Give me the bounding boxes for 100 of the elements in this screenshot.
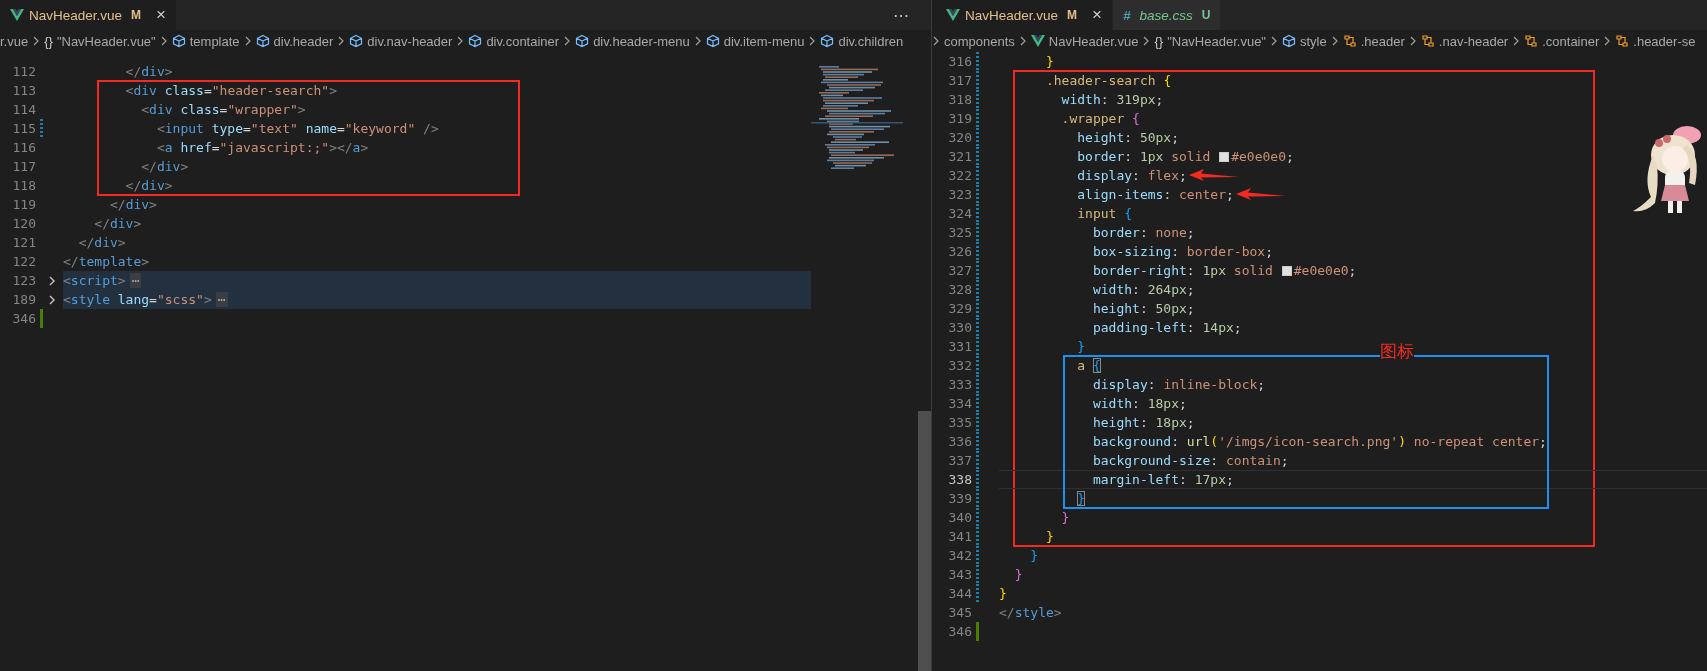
line-number: 324 xyxy=(947,205,972,223)
chevron-right-icon xyxy=(1142,36,1151,46)
line-number: 116 xyxy=(11,139,36,157)
v-logo-icon xyxy=(10,9,24,21)
line-number: 331 xyxy=(947,338,972,356)
cube-icon xyxy=(349,34,364,48)
line-number: 113 xyxy=(11,82,36,100)
fold-chevron-icon[interactable] xyxy=(47,293,57,306)
breadcrumb-item[interactable]: .container xyxy=(1524,33,1600,49)
line-number: 320 xyxy=(947,129,972,147)
breadcrumb-item[interactable]: div.children xyxy=(820,33,904,49)
breadcrumb-item[interactable]: style xyxy=(1282,33,1327,49)
line-number: 337 xyxy=(947,452,972,470)
code-text: </template> xyxy=(63,253,150,271)
code-text: </div> xyxy=(124,177,173,195)
line-number: 340 xyxy=(947,509,972,527)
code-text: <input type="text" name="keyword" /> xyxy=(155,120,439,138)
nested-rules-icon xyxy=(1420,34,1435,48)
code-text: a { xyxy=(1076,357,1101,375)
breadcrumb-item[interactable]: {} "NavHeader.vue" xyxy=(1154,33,1266,49)
breadcrumb-item[interactable]: div.item-menu xyxy=(705,33,805,49)
nested-rules-icon xyxy=(1524,34,1539,48)
code-text: <style lang="scss"> ⋯ xyxy=(63,291,228,309)
line-number: 328 xyxy=(947,281,972,299)
line-number: 117 xyxy=(11,158,36,176)
cube-icon xyxy=(171,34,186,48)
code-text: } xyxy=(1060,509,1070,527)
cube-icon xyxy=(820,34,835,48)
annotation-label: 图标 xyxy=(1380,341,1414,361)
breadcrumb-item[interactable]: r.vue xyxy=(0,33,29,49)
line-number: 344 xyxy=(947,585,972,603)
chevron-right-icon xyxy=(1512,36,1521,46)
nested-rules-icon xyxy=(1342,34,1357,48)
code-text: padding-left: 14px; xyxy=(1091,319,1242,337)
breadcrumb-item[interactable]: div.container xyxy=(468,33,560,49)
line-number: 346 xyxy=(11,310,36,328)
code-text: </div> xyxy=(93,215,142,233)
code-text: } xyxy=(1013,566,1023,584)
code-text: } xyxy=(1029,547,1039,565)
breadcrumb-item[interactable]: components xyxy=(944,33,1015,49)
line-number: 330 xyxy=(947,319,972,337)
line-number: 334 xyxy=(947,395,972,413)
code-text: width: 264px; xyxy=(1091,281,1195,299)
code-text: width: 18px; xyxy=(1091,395,1187,413)
scrollbar-thumb[interactable] xyxy=(918,411,931,671)
code-text: height: 18px; xyxy=(1091,414,1195,432)
line-number: 336 xyxy=(947,433,972,451)
line-number: 189 xyxy=(11,291,36,309)
breadcrumb-item[interactable]: div.header-menu xyxy=(575,33,690,49)
code-text: .header-search { xyxy=(1044,72,1172,90)
line-number: 327 xyxy=(947,262,972,280)
breadcrumb-item[interactable]: NavHeader.vue xyxy=(1030,33,1139,49)
cube-icon xyxy=(1282,34,1296,48)
breadcrumb-item[interactable]: div.nav-header xyxy=(349,33,453,49)
line-number: 122 xyxy=(11,253,36,271)
code-text: </div> xyxy=(77,234,126,252)
code-text: border-right: 1px solid xyxy=(1091,262,1274,280)
code-text: } xyxy=(1044,53,1054,71)
nested-rules-icon xyxy=(1615,34,1630,48)
code-text: border: none; xyxy=(1091,224,1195,242)
chevron-right-icon xyxy=(693,36,702,46)
chevron-right-icon xyxy=(32,36,41,46)
breadcrumb-item[interactable]: div.header xyxy=(255,33,334,49)
line-number: 329 xyxy=(947,300,972,318)
line-number: 120 xyxy=(11,215,36,233)
breadcrumb-item[interactable]: template xyxy=(171,33,240,49)
more-actions-button[interactable]: ⋯ xyxy=(885,0,931,30)
editor-tab[interactable]: NavHeader.vue M × xyxy=(932,0,1113,30)
chevron-right-icon xyxy=(456,36,465,46)
cube-icon xyxy=(705,34,720,48)
line-number: 342 xyxy=(947,547,972,565)
code-text: <div class="header-search"> xyxy=(124,82,337,100)
code-text: box-sizing: border-box; xyxy=(1091,243,1273,261)
line-number: 317 xyxy=(947,72,972,90)
code-text: </div> xyxy=(108,196,157,214)
code-text: </div> xyxy=(124,63,173,81)
line-number: 112 xyxy=(11,63,36,81)
code-text: height: 50px; xyxy=(1076,129,1180,147)
breadcrumb-item[interactable]: .nav-header xyxy=(1420,33,1509,49)
line-number: 325 xyxy=(947,224,972,242)
breadcrumb-item[interactable]: .header-se xyxy=(1615,33,1696,49)
line-number: 318 xyxy=(947,91,972,109)
breadcrumb-item[interactable]: {} "NavHeader.vue" xyxy=(44,33,156,49)
line-number: 115 xyxy=(11,120,36,138)
chevron-right-icon xyxy=(1330,36,1339,46)
line-number: 319 xyxy=(947,110,972,128)
line-number: 346 xyxy=(947,623,972,641)
fold-chevron-icon[interactable] xyxy=(47,274,57,287)
chevron-right-icon xyxy=(808,36,817,46)
breadcrumb-item[interactable]: .header xyxy=(1342,33,1405,49)
line-number: 119 xyxy=(11,196,36,214)
editor-tab[interactable]: # base.css U xyxy=(1113,0,1222,30)
line-number: 338 xyxy=(947,471,972,489)
line-number: 326 xyxy=(947,243,972,261)
code-text: width: 319px; xyxy=(1060,91,1164,109)
v-logo-icon xyxy=(946,9,960,21)
code-text: margin-left: 17px; xyxy=(1091,471,1234,489)
code-text: } xyxy=(1076,490,1086,508)
line-number: 323 xyxy=(947,186,972,204)
editor-tab[interactable]: NavHeader.vue M × xyxy=(0,0,177,30)
